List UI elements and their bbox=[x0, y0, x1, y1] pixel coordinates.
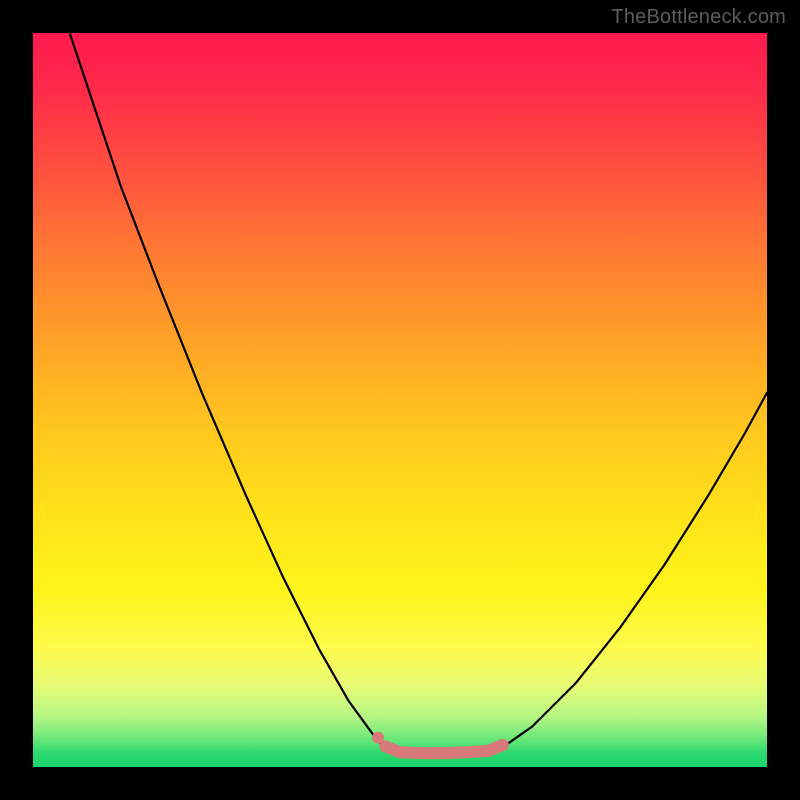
pink-dot-marker bbox=[372, 732, 384, 744]
watermark-text: TheBottleneck.com bbox=[611, 6, 786, 29]
chart-svg bbox=[33, 33, 767, 767]
plot-area bbox=[33, 33, 767, 767]
main-curve bbox=[70, 33, 767, 754]
chart-frame: TheBottleneck.com bbox=[0, 0, 800, 800]
pink-flat-overlay bbox=[385, 745, 503, 753]
